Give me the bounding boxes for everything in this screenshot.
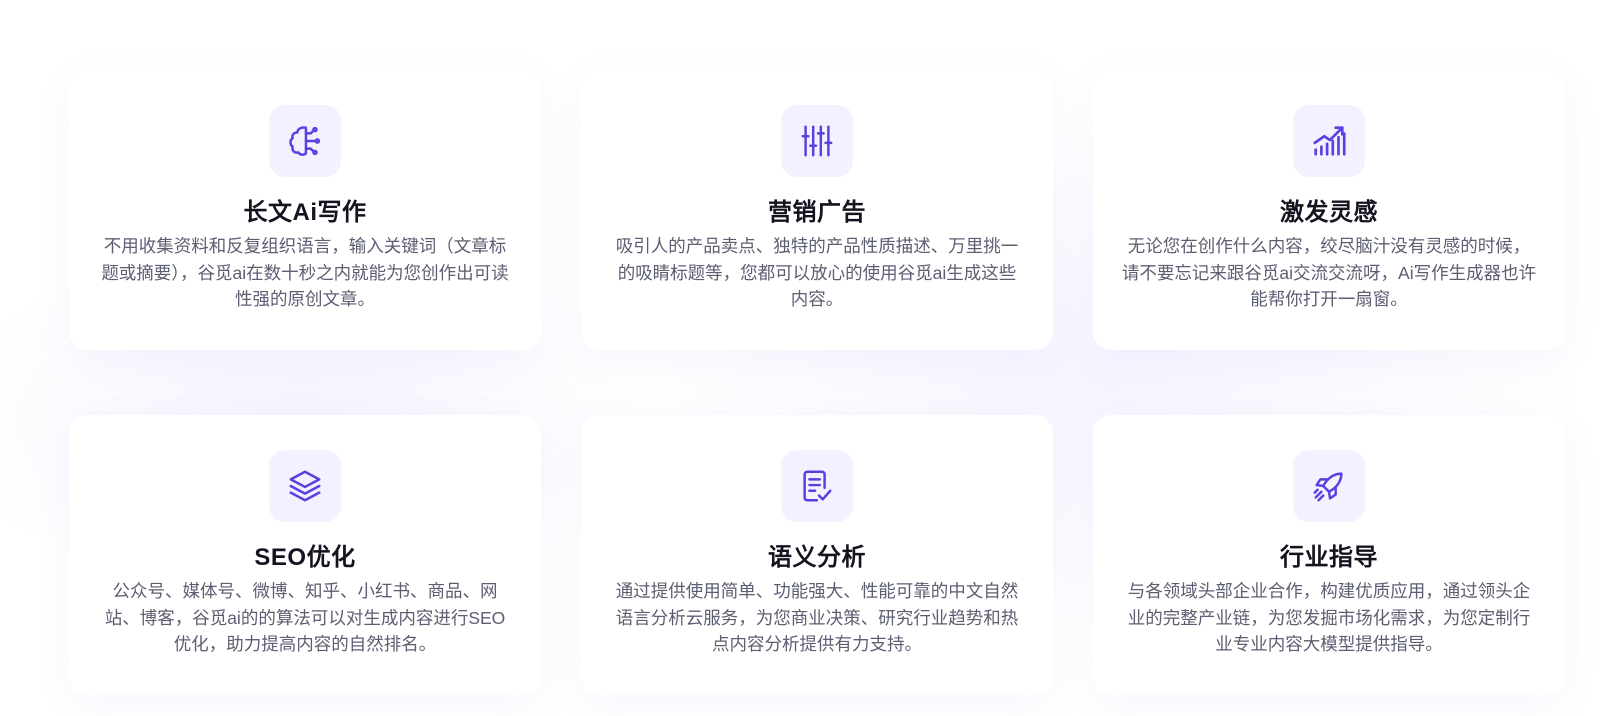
document-check-icon (781, 450, 853, 522)
feature-description: 通过提供使用简单、功能强大、性能可靠的中文自然语言分析云服务，为您商业决策、研究… (615, 581, 1019, 654)
layers-icon (269, 450, 341, 522)
feature-description: 不用收集资料和反复组织语言，输入关键词（文章标题或摘要），谷觅ai在数十秒之内就… (101, 236, 509, 309)
sliders-icon (781, 105, 853, 177)
feature-card-marketing-ads[interactable]: 营销广告 吸引人的产品卖点、独特的产品性质描述、万里挑一的吸睛标题等，您都可以放… (581, 70, 1053, 350)
feature-card-seo[interactable]: SEO优化 公众号、媒体号、微博、知乎、小红书、商品、网站、博客，谷觅ai的的算… (69, 415, 541, 695)
brain-icon (269, 105, 341, 177)
feature-title: SEO优化 (254, 544, 356, 571)
feature-card-inspiration[interactable]: 激发灵感 无论您在创作什么内容，绞尽脑汁没有灵感的时候，请不要忘记来跟谷觅ai交… (1093, 70, 1565, 350)
feature-description: 公众号、媒体号、微博、知乎、小红书、商品、网站、博客，谷觅ai的的算法可以对生成… (104, 581, 506, 654)
growth-chart-icon (1293, 105, 1365, 177)
feature-title: 激发灵感 (1280, 199, 1378, 226)
feature-description: 无论您在创作什么内容，绞尽脑汁没有灵感的时候，请不要忘记来跟谷觅ai交流交流呀，… (1121, 236, 1537, 309)
feature-description: 吸引人的产品卖点、独特的产品性质描述、万里挑一的吸睛标题等，您都可以放心的使用谷… (615, 236, 1019, 309)
feature-card-long-form-writing[interactable]: 长文Ai写作 不用收集资料和反复组织语言，输入关键词（文章标题或摘要），谷觅ai… (69, 70, 541, 350)
feature-title: 长文Ai写作 (243, 199, 367, 226)
rocket-icon (1293, 450, 1365, 522)
feature-card-industry-guidance[interactable]: 行业指导 与各领域头部企业合作，构建优质应用，通过领头企业的完整产业链，为您发掘… (1093, 415, 1565, 695)
feature-description: 与各领域头部企业合作，构建优质应用，通过领头企业的完整产业链，为您发掘市场化需求… (1127, 581, 1531, 654)
feature-title: 行业指导 (1280, 544, 1378, 571)
feature-card-semantic-analysis[interactable]: 语义分析 通过提供使用简单、功能强大、性能可靠的中文自然语言分析云服务，为您商业… (581, 415, 1053, 695)
feature-title: 营销广告 (768, 199, 866, 226)
feature-title: 语义分析 (768, 544, 866, 571)
